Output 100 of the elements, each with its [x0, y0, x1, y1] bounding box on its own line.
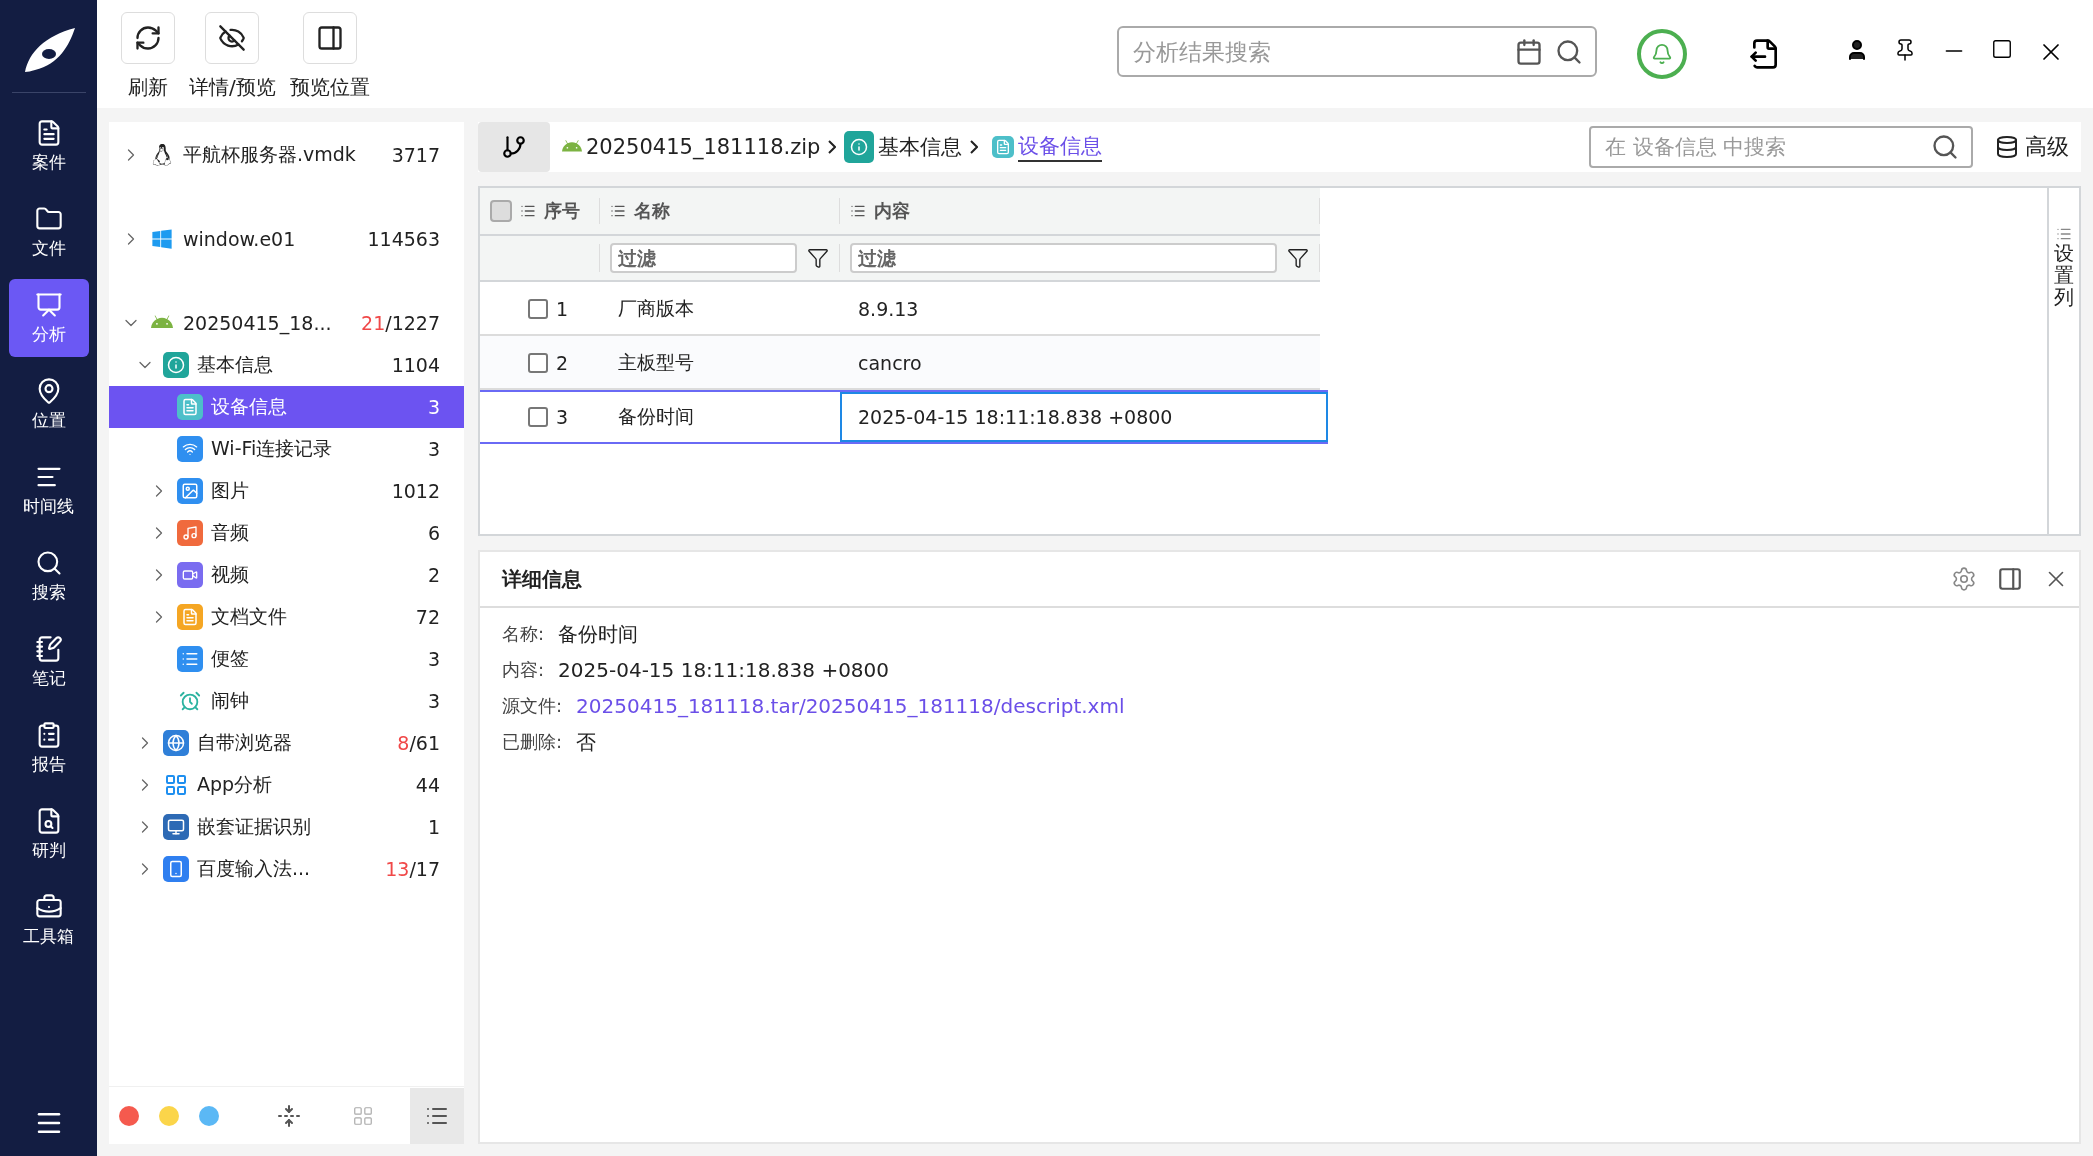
item-count: 13/17 [385, 858, 440, 880]
breadcrumb-link[interactable]: 基本信息 [878, 133, 963, 161]
item-count: 1 [427, 816, 440, 838]
toolbar-button[interactable]: 详情/预览 [189, 12, 276, 101]
column-header[interactable]: 内容 [840, 198, 1320, 224]
nav-label: 分析 [31, 322, 66, 346]
column-header[interactable]: 名称 [600, 198, 840, 224]
table-row[interactable]: 3 备份时间 2025-04-15 18:11:18.838 +0800 [480, 390, 1328, 444]
row-checkbox[interactable] [528, 299, 548, 319]
search-icon[interactable] [1555, 37, 1583, 66]
column-title: 序号 [544, 199, 580, 223]
filter-icon[interactable] [807, 247, 829, 269]
info-icon [844, 131, 875, 163]
bell-button[interactable] [1637, 29, 1687, 79]
color-tag-dot[interactable] [199, 1105, 219, 1126]
list-icon [610, 203, 626, 219]
column-settings-button[interactable]: 设置列 [2047, 188, 2079, 534]
presentation-icon [34, 290, 63, 319]
filter-field[interactable]: 过滤 [850, 243, 1277, 273]
color-tag-dot[interactable] [159, 1105, 179, 1126]
search-bar[interactable]: 分析结果搜索 [1117, 26, 1597, 77]
toolbar-button[interactable]: 刷新 [121, 12, 175, 101]
breadcrumb-link[interactable]: 20250415_181118.zip [586, 135, 821, 159]
select-all-checkbox[interactable] [490, 200, 512, 222]
tree-item[interactable]: 百度输入法... 13/17 [109, 848, 464, 890]
nav-item[interactable]: 分析 [8, 279, 89, 357]
source-file-link[interactable]: 20250415_181118.tar/20250415_181118/descript.xml [576, 694, 1125, 718]
nav-item[interactable]: 报告 [8, 709, 89, 787]
tree-item[interactable]: 平航杯服务器.vmdk 3717 [109, 134, 464, 176]
nav-label: 工具箱 [23, 924, 74, 948]
field-label: 已删除: [502, 730, 563, 754]
tree-item[interactable]: App分析 44 [109, 764, 464, 806]
calendar-icon[interactable] [1515, 37, 1543, 66]
video-icon [177, 562, 203, 588]
field-value: 备份时间 [558, 620, 639, 648]
item-count: 114563 [367, 228, 440, 250]
tree-item[interactable]: 基本信息 1104 [109, 344, 464, 386]
table-search-input[interactable]: 在 设备信息 中搜索 [1603, 134, 1931, 160]
advanced-search-button[interactable]: 高级 [1995, 132, 2069, 162]
tree-item[interactable]: 设备信息 3 [109, 386, 464, 428]
row-checkbox[interactable] [528, 407, 548, 427]
nav-item[interactable]: 文件 [8, 193, 89, 271]
document-icon [177, 604, 203, 630]
color-tag-dot[interactable] [119, 1105, 139, 1126]
tree-item[interactable]: 自带浏览器 8/61 [109, 722, 464, 764]
search-icon[interactable] [1931, 133, 1959, 161]
tree-item[interactable]: 闹钟 3 [109, 680, 464, 722]
list-icon [520, 203, 536, 219]
chevron-right-icon [970, 140, 979, 154]
grid-icon [352, 1104, 374, 1127]
nav-item[interactable]: 位置 [8, 365, 89, 443]
table-cell-text: 备份时间 [617, 404, 695, 429]
monitor-icon [163, 814, 189, 840]
list-view-button[interactable] [410, 1087, 464, 1144]
branch-button[interactable] [478, 122, 550, 172]
settings-icon[interactable] [1951, 566, 1977, 592]
tree-item[interactable]: 视频 2 [109, 554, 464, 596]
table-cell-text: 主板型号 [617, 350, 695, 375]
panel-icon[interactable] [1997, 566, 2023, 592]
nav-label: 文件 [31, 236, 66, 260]
refresh-icon [121, 12, 175, 64]
panel-title: 详细信息 [502, 565, 583, 593]
filter-icon[interactable] [1287, 247, 1309, 269]
field-value: 2025-04-15 18:11:18.838 +0800 [558, 658, 890, 682]
grid-icon [163, 772, 189, 798]
table-cell: 2025-04-15 18:11:18.838 +0800 [840, 392, 1328, 442]
search-icon [34, 548, 63, 577]
table-row[interactable]: 2 主板型号 cancro [480, 336, 1320, 390]
item-count: 1104 [391, 354, 440, 376]
tree-item[interactable]: 便签 3 [109, 638, 464, 680]
tree-item[interactable]: 20250415_18... 21/1227 [109, 302, 464, 344]
tree-item[interactable]: 图片 1012 [109, 470, 464, 512]
nav-item[interactable]: 案件 [8, 107, 89, 185]
nav-item[interactable]: 研判 [8, 795, 89, 873]
table-cell-text: 8.9.13 [857, 297, 920, 322]
tree-item[interactable]: window.e01 114563 [109, 218, 464, 260]
nav-item[interactable]: 工具箱 [8, 881, 89, 959]
tree-item[interactable]: 文档文件 72 [109, 596, 464, 638]
search-input[interactable]: 分析结果搜索 [1131, 37, 1503, 66]
image-icon [177, 478, 203, 504]
tree-item[interactable]: 嵌套证据识别 1 [109, 806, 464, 848]
tree-item[interactable]: Wi-Fi连接记录 3 [109, 428, 464, 470]
list-icon [2056, 226, 2072, 242]
column-header[interactable]: 序号 [480, 198, 600, 224]
item-count: 44 [415, 774, 440, 796]
item-count: 3717 [391, 144, 440, 166]
nav-item[interactable]: 时间线 [8, 451, 89, 529]
row-number: 2 [556, 352, 569, 374]
row-checkbox[interactable] [528, 353, 548, 373]
tree-item[interactable]: 音频 6 [109, 512, 464, 554]
table-search-bar[interactable]: 在 设备信息 中搜索 [1589, 126, 1973, 168]
filter-field[interactable]: 过滤 [610, 243, 797, 273]
column-title: 名称 [634, 199, 670, 223]
nav-label: 报告 [31, 752, 66, 776]
breadcrumb-link[interactable]: 设备信息 [1018, 132, 1103, 162]
nav-item[interactable]: 笔记 [8, 623, 89, 701]
globe-icon [163, 730, 189, 756]
toolbar-button[interactable]: 预览位置 [289, 12, 370, 101]
list-icon [177, 646, 203, 672]
nav-item[interactable]: 搜索 [8, 537, 89, 615]
